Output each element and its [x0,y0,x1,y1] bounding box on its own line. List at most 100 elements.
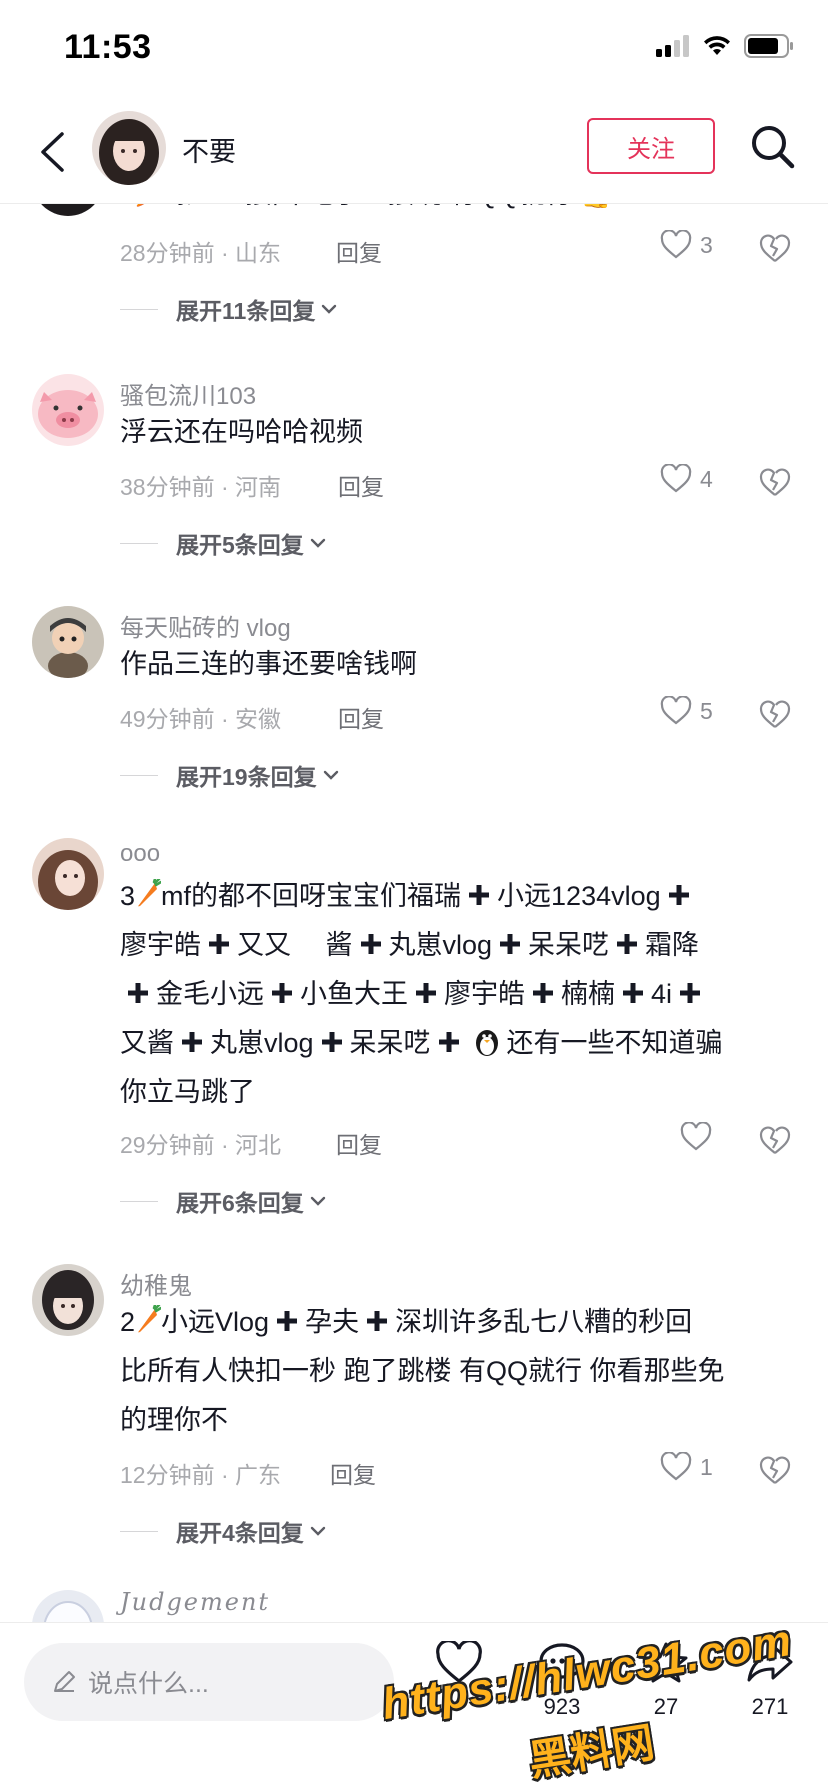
plus-icon [469,885,490,905]
search-button[interactable] [748,122,798,172]
dislike-button[interactable] [758,232,794,268]
plus-icon [360,934,381,954]
comment-avatar[interactable] [32,1264,104,1336]
back-button[interactable] [30,126,74,178]
like-count: 3 [700,231,713,258]
plus-icon [617,934,638,954]
like-button[interactable]: 5 [660,696,713,726]
carrot-icon [138,879,162,907]
comment-time-location: 38分钟前 · 河南 [120,474,282,500]
heart-icon [436,1639,482,1684]
dislike-button[interactable] [758,1454,794,1490]
comment-text-line: 你立马跳了 [120,1077,255,1107]
comment-text-line: 2 小远Vlog 孕夫 深圳许多乱七八糟的秒回 [120,1305,693,1337]
expand-replies[interactable]: 展开4条回复 [120,1514,328,1548]
divider [120,1200,158,1202]
comment-text-line: 又酱 丸崽vlog 呆呆呓 还有一些不知道骗 [120,1019,800,1068]
like-button[interactable]: 1 [660,1452,713,1482]
expand-replies-label: 展开19条回复 [176,764,317,790]
comment-username[interactable]: ooo [120,840,160,868]
share-count: 271 [751,1694,789,1719]
comment-text-line: 的理你不 [120,1405,228,1435]
plus-icon [209,934,229,954]
plus-icon [277,1311,298,1331]
comment-username[interactable]: 每天贴砖的 vlog [120,608,291,643]
status-bar: 11:53 [0,0,828,100]
reply-button[interactable]: 回复 [336,1126,382,1160]
comment-username[interactable]: 幼稚鬼 [120,1266,192,1301]
comment-text: 2 小远Vlog 孕夫 深圳许多乱七八糟的秒回 比所有人快扣一秒 跑了跳楼 有QQ就行… [120,1298,800,1445]
reply-button[interactable]: 回复 [338,700,384,734]
comment-text-line: 比所有人快扣一秒 跑了跳楼 有QQ就行 你看那些免 [120,1356,725,1386]
chevron-down-icon [310,538,325,548]
comment-avatar[interactable] [32,1590,104,1622]
comment-username[interactable]: Judgement [120,1588,270,1616]
penguin-icon [475,1030,498,1056]
divider [120,1530,158,1532]
heart-icon [660,1452,692,1481]
comment-avatar[interactable] [32,606,104,678]
comment-button[interactable]: 923 [522,1641,602,1720]
collect-button[interactable]: 27 [626,1641,706,1720]
expand-replies[interactable]: 展开6条回复 [120,1184,328,1218]
comment-text: 3🥕 扣1直接回 跑了直接跳 有QQ就行 👍 [120,204,800,219]
like-count: 4 [700,465,713,492]
expand-replies-label: 展开4条回复 [176,1520,304,1546]
share-button[interactable]: 271 [730,1641,810,1720]
header-avatar[interactable] [92,111,166,185]
chevron-down-icon [310,1196,325,1206]
header: 不要 关注 [0,100,828,204]
comment-username[interactable]: 骚包流川103 [120,376,256,411]
expand-replies-label: 展开5条回复 [176,532,304,558]
cartoon-boy-avatar-image [32,606,104,678]
signal-icon [656,35,689,57]
dislike-button[interactable] [758,1124,794,1160]
comment-text: 浮云还在吗哈哈视频 [120,417,363,447]
broken-heart-icon [759,700,791,728]
broken-heart-icon [759,468,791,496]
expand-replies[interactable]: 展开19条回复 [120,758,341,792]
follow-button[interactable]: 关注 [587,118,715,174]
like-count: 5 [700,697,713,724]
plus-icon [438,1032,459,1052]
like-button[interactable]: 3 [660,230,713,260]
plus-icon [623,983,643,1003]
expand-replies[interactable]: 展开5条回复 [120,526,328,560]
star-icon [644,1642,688,1683]
chevron-down-icon [322,304,337,314]
broken-heart-icon [759,234,791,262]
comment-avatar[interactable] [32,838,104,910]
reply-button[interactable]: 回复 [338,468,384,502]
expand-replies[interactable]: 展开11条回复 [120,292,339,326]
dislike-button[interactable] [758,698,794,734]
comment-bubble-icon [539,1643,585,1684]
dislike-button[interactable] [758,466,794,502]
broken-heart-icon [759,1456,791,1484]
reply-button[interactable]: 回复 [336,234,382,268]
comment-text-line: 廖宇皓 又又 酱丸崽vlog 呆呆呓 霜降 [120,930,700,960]
comment-text-line: 金毛小远 小鱼大王 廖宇皓 楠楠 4i [120,970,800,1019]
collect-count: 27 [653,1694,679,1719]
comment-input[interactable]: 说点什么... [24,1643,394,1721]
like-button[interactable]: 4 [660,464,713,494]
heart-icon [660,464,692,493]
reply-button[interactable]: 回复 [330,1456,376,1490]
like-button[interactable] [680,1122,720,1152]
plus-icon [668,885,689,905]
heart-icon [660,230,692,259]
plus-icon [272,983,292,1003]
bottom-bar: 说点什么... 923 27 271 [0,1622,828,1792]
comment-list[interactable]: 3🥕 扣1直接回 跑了直接跳 有QQ就行 👍 28分钟前 · 山东 回复 3 展… [0,204,828,1622]
pig-avatar-image [32,374,104,446]
comment-avatar[interactable] [32,204,104,216]
girl-avatar-image [32,838,104,910]
white-avatar-image [32,1590,104,1622]
comment-avatar[interactable] [32,374,104,446]
plus-icon [416,983,436,1003]
like-count: 1 [700,1453,713,1480]
comment-time-location: 12分钟前 · 广东 [120,1462,282,1488]
divider [120,308,158,310]
like-video-button[interactable] [419,1639,499,1694]
child-avatar-image [32,1264,104,1336]
header-username[interactable]: 不要 [182,130,236,169]
